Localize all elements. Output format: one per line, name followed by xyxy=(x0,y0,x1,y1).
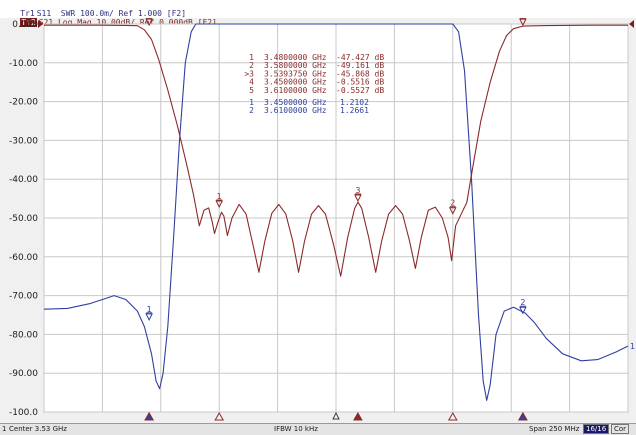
y-axis-tick-label: -100.0 xyxy=(9,408,38,418)
points-indicator[interactable]: 16/16 xyxy=(583,424,610,434)
center-frequency-indicator xyxy=(332,411,340,420)
y-axis-tick-label: -40.00 xyxy=(9,175,38,185)
y-axis-tick-label: -30.00 xyxy=(9,136,38,146)
marker-readout-table: 1 3.4800000 GHz -47.427 dB2 3.5800000 GHz -4… xyxy=(244,53,384,115)
measurement-plot[interactable]: 0.000 -10.00 -20.00 -30.00 -40.00 -50.00 -60.0… xyxy=(0,18,636,423)
y-axis-tick-label: -60.00 xyxy=(9,253,38,263)
y-axis-tick-label: -20.00 xyxy=(9,98,38,108)
y-axis-tick-label: -70.00 xyxy=(9,292,38,302)
y-axis-tick-label: -80.00 xyxy=(9,330,38,340)
s21-readout-row-5-value: -0.5527 dB xyxy=(336,86,384,95)
s11-readout-row-2-num: 2 xyxy=(249,106,254,115)
marker-indicator-s11-2 xyxy=(518,411,528,421)
marker-indicator-s11-1 xyxy=(144,411,154,421)
marker-indicator-s21-2 xyxy=(447,411,458,421)
span-setting[interactable]: Span 250 MHz xyxy=(529,424,579,434)
marker-position-indicators xyxy=(144,411,528,421)
s11-trace-end-label: 1 xyxy=(630,342,635,351)
y-axis-tick-label: -90.00 xyxy=(9,369,38,379)
s21-marker-label-2: 2 xyxy=(450,199,455,208)
s11-readout-row-2-freq: 3.6100000 GHz xyxy=(264,106,327,115)
y-axis-tick-label: 0.000 xyxy=(12,20,38,30)
s21-marker-label-3: 3 xyxy=(355,186,360,195)
s21-readout-row-5-freq: 3.6100000 GHz xyxy=(264,86,327,95)
s21-marker-label-5: 5 xyxy=(520,18,525,19)
ifbw-setting[interactable]: IFBW 10 kHz xyxy=(274,424,318,434)
s21-readout-row-5-num: 5 xyxy=(249,86,254,95)
correction-indicator[interactable]: Cor xyxy=(611,424,630,434)
marker-indicator-s21-3 xyxy=(353,411,363,421)
marker-indicator-s21-1 xyxy=(214,411,225,421)
channel-number: 1 xyxy=(2,425,7,433)
s11-readout-row-2-value: 1.2661 xyxy=(340,106,369,115)
y-axis-tick-label: -10.00 xyxy=(9,59,38,69)
ref-level-arrow-right xyxy=(629,20,634,28)
y-axis-tick-label: -50.00 xyxy=(9,214,38,224)
status-bar: 1 Center 3.53 GHz IFBW 10 kHz Span 250 M… xyxy=(0,423,636,435)
center-frequency[interactable]: Center 3.53 GHz xyxy=(9,424,67,434)
s11-marker-label-1: 1 xyxy=(147,305,152,314)
s21-marker-label-1: 1 xyxy=(217,192,222,201)
ref-level-arrow-left xyxy=(38,20,43,28)
s21-marker-label-4: 4 xyxy=(147,18,152,19)
s11-marker-label-2: 2 xyxy=(520,298,525,307)
trace-header: Tr1 S11 SWR 100.0m/ Ref 1.000 [F2] Tr2 S21… xyxy=(0,0,636,27)
